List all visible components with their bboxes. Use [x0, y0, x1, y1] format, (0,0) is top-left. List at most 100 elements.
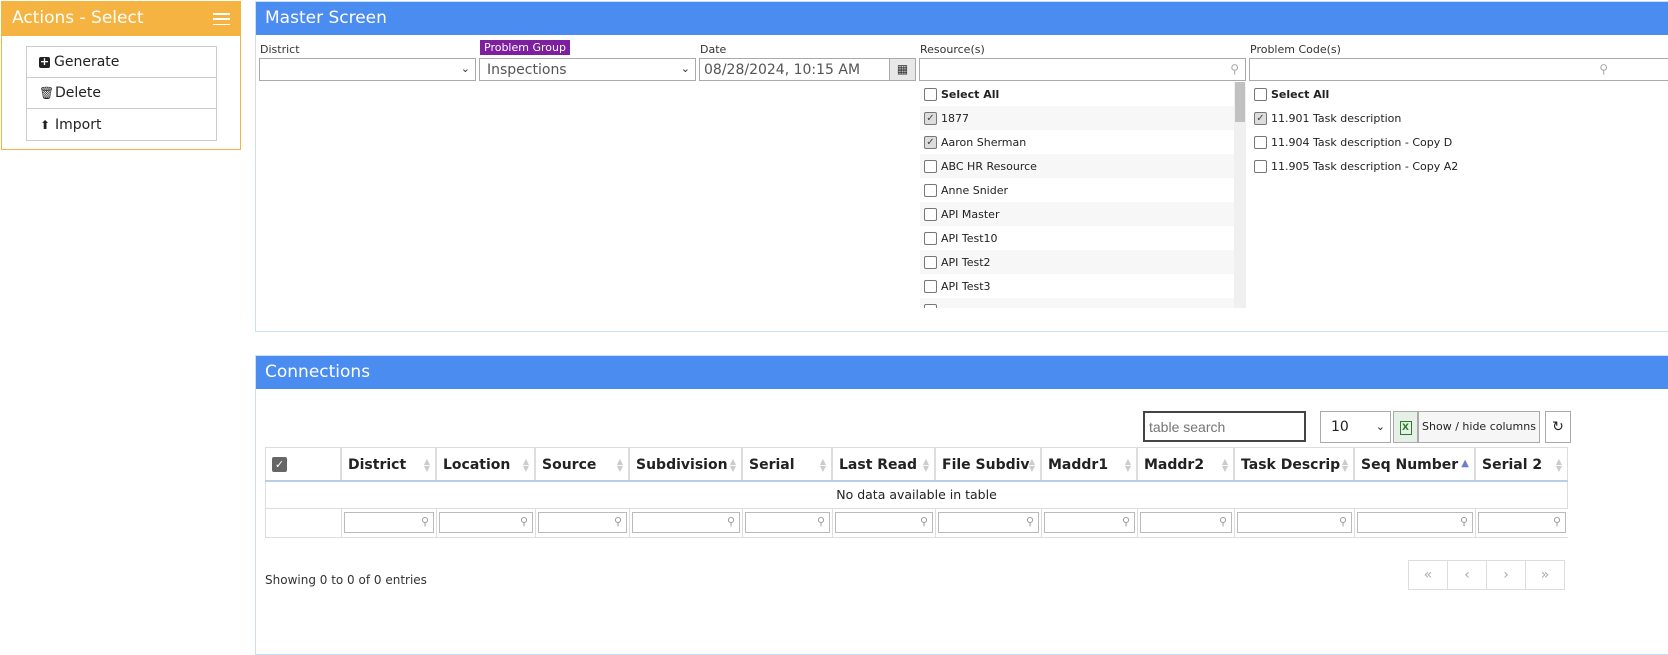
delete-button[interactable]: 🗑 Delete — [27, 78, 216, 109]
filter-input[interactable]: ⚲ — [1357, 512, 1473, 533]
chevron-down-icon: ⌄ — [680, 62, 690, 75]
list-item[interactable]: ✓ Aaron Sherman — [920, 130, 1246, 154]
last-page-button[interactable]: » — [1525, 560, 1565, 590]
excel-export-button[interactable]: X — [1393, 411, 1418, 443]
resources-list: Select All ✓ 1877 ✓ Aaron Sherman ABC HR… — [920, 82, 1246, 308]
filter-input[interactable]: ⚲ — [1237, 512, 1352, 533]
problem-group-select[interactable]: Inspections ⌄ — [479, 58, 696, 81]
refresh-button[interactable]: ↻ — [1545, 411, 1571, 443]
column-header-location[interactable]: Location ▲ ▼ — [436, 447, 535, 480]
checkbox[interactable]: ✓ — [1254, 111, 1267, 125]
list-item[interactable]: ✓ 11.901 Task description — [1250, 106, 1668, 130]
checkbox[interactable] — [924, 231, 937, 245]
checkbox[interactable]: ✓ — [924, 111, 937, 125]
checkbox[interactable] — [924, 255, 937, 269]
filter-input[interactable]: ⚲ — [1140, 512, 1232, 533]
list-item[interactable]: API Test10 — [920, 226, 1246, 250]
column-header-last-read[interactable]: Last Read ▲ ▼ — [832, 447, 935, 480]
list-item[interactable]: API Master — [920, 202, 1246, 226]
filter-subdivision: ⚲ — [629, 509, 742, 537]
first-page-button[interactable]: « — [1408, 560, 1448, 590]
select-all-checkbox-cell[interactable]: ✓ — [265, 447, 341, 480]
column-header-serial-2[interactable]: Serial 2 ▲ ▼ — [1475, 447, 1568, 480]
district-label: District — [260, 43, 300, 56]
calendar-icon[interactable]: ▦ — [889, 59, 915, 80]
date-input[interactable]: 08/28/2024, 10:15 AM ▦ — [699, 58, 916, 81]
search-icon: ⚲ — [420, 515, 429, 528]
import-button[interactable]: ⬆ Import — [27, 109, 216, 140]
checkbox[interactable] — [924, 303, 937, 308]
show-hide-columns-button[interactable]: Show / hide columns — [1418, 411, 1540, 443]
list-item[interactable]: 11.905 Task description - Copy A2 — [1250, 154, 1668, 178]
column-header-maddr1[interactable]: Maddr1 ▲ ▼ — [1041, 447, 1137, 480]
filter-input[interactable]: ⚲ — [835, 512, 933, 533]
master-screen-header: Master Screen — [256, 2, 1668, 35]
checkbox[interactable] — [1254, 159, 1267, 173]
list-item[interactable] — [920, 298, 1246, 308]
list-item[interactable]: ABC HR Resource — [920, 154, 1246, 178]
search-icon: ⚲ — [1121, 515, 1130, 528]
list-item[interactable]: API Test3 — [920, 274, 1246, 298]
filter-input[interactable]: ⚲ — [1044, 512, 1135, 533]
sort-icon: ▲ ▼ — [616, 457, 623, 473]
checkbox[interactable] — [1254, 135, 1267, 149]
filter-input[interactable]: ⚲ — [745, 512, 830, 533]
sort-icon: ▲ ▼ — [1341, 457, 1348, 473]
list-item-label: API Test10 — [941, 231, 998, 245]
action-list: + Generate 🗑 Delete ⬆ Import — [26, 46, 217, 141]
checkbox[interactable] — [924, 87, 937, 101]
column-header-serial[interactable]: Serial ▲ ▼ — [742, 447, 832, 480]
sort-icon: ▲ ▼ — [1124, 457, 1131, 473]
filter-maddr2: ⚲ — [1137, 509, 1234, 537]
filter-input[interactable]: ⚲ — [344, 512, 434, 533]
problem-codes-search-input[interactable]: ⚲ — [1249, 58, 1668, 81]
filter-input[interactable]: ⚲ — [439, 512, 533, 533]
checkbox[interactable] — [1254, 87, 1267, 101]
resources-scrollbar[interactable] — [1234, 82, 1246, 308]
checkbox[interactable] — [924, 183, 937, 197]
list-item[interactable]: ✓ 1877 — [920, 106, 1246, 130]
checkbox[interactable] — [924, 159, 937, 173]
resources-select-all[interactable]: Select All — [920, 82, 1246, 106]
column-header-task-descrip[interactable]: Task Descrip ▲ ▼ — [1234, 447, 1354, 480]
sort-asc-icon: ▲ — [1461, 458, 1469, 469]
next-page-button[interactable]: › — [1486, 560, 1526, 590]
filter-input[interactable]: ⚲ — [538, 512, 627, 533]
chevron-down-icon: ⌄ — [460, 62, 470, 75]
column-header-maddr2[interactable]: Maddr2 ▲ ▼ — [1137, 447, 1234, 480]
master-screen-panel: Master Screen District ⌄ Problem Group I… — [255, 1, 1668, 332]
filter-input[interactable]: ⚲ — [938, 512, 1039, 533]
resources-search-input[interactable]: ⚲ — [919, 58, 1246, 81]
generate-button[interactable]: + Generate — [27, 47, 216, 78]
column-header-source[interactable]: Source ▲ ▼ — [535, 447, 629, 480]
district-select[interactable]: ⌄ — [259, 58, 476, 81]
filter-input[interactable]: ⚲ — [1478, 512, 1566, 533]
checkbox[interactable]: ✓ — [272, 456, 287, 472]
column-header-district[interactable]: District ▲ ▼ — [341, 447, 436, 480]
list-item-label: ABC HR Resource — [941, 159, 1037, 173]
filter-task-descrip: ⚲ — [1234, 509, 1354, 537]
problem-group-label: Problem Group — [480, 40, 570, 55]
sort-icon: ▲ ▼ — [522, 457, 529, 473]
checkbox[interactable]: ✓ — [924, 135, 937, 149]
list-item[interactable]: 11.904 Task description - Copy D — [1250, 130, 1668, 154]
trash-icon: 🗑 — [39, 86, 55, 100]
previous-page-button[interactable]: ‹ — [1447, 560, 1487, 590]
column-header-seq-number[interactable]: Seq Number ▲ — [1354, 447, 1475, 480]
scrollbar-thumb[interactable] — [1235, 82, 1245, 122]
excel-icon: X — [1399, 421, 1412, 435]
connections-header: Connections — [256, 356, 1668, 389]
list-item[interactable]: Anne Snider — [920, 178, 1246, 202]
list-item[interactable]: API Test2 — [920, 250, 1246, 274]
column-header-file-subdiv[interactable]: File Subdiv ▲ ▼ — [935, 447, 1041, 480]
menu-icon[interactable] — [213, 13, 230, 25]
sort-icon: ▲ ▼ — [1221, 457, 1228, 473]
table-search-input[interactable] — [1143, 411, 1306, 442]
checkbox[interactable] — [924, 207, 937, 221]
checkbox[interactable] — [924, 279, 937, 293]
column-header-subdivision[interactable]: Subdivision ▲ ▼ — [629, 447, 742, 480]
problem-codes-select-all[interactable]: Select All — [1250, 82, 1668, 106]
filter-input[interactable]: ⚲ — [632, 512, 740, 533]
page-length-select[interactable]: 10 ⌄ — [1320, 411, 1391, 443]
actions-panel: Actions - Select + Generate 🗑 Delete ⬆ I… — [1, 1, 241, 150]
